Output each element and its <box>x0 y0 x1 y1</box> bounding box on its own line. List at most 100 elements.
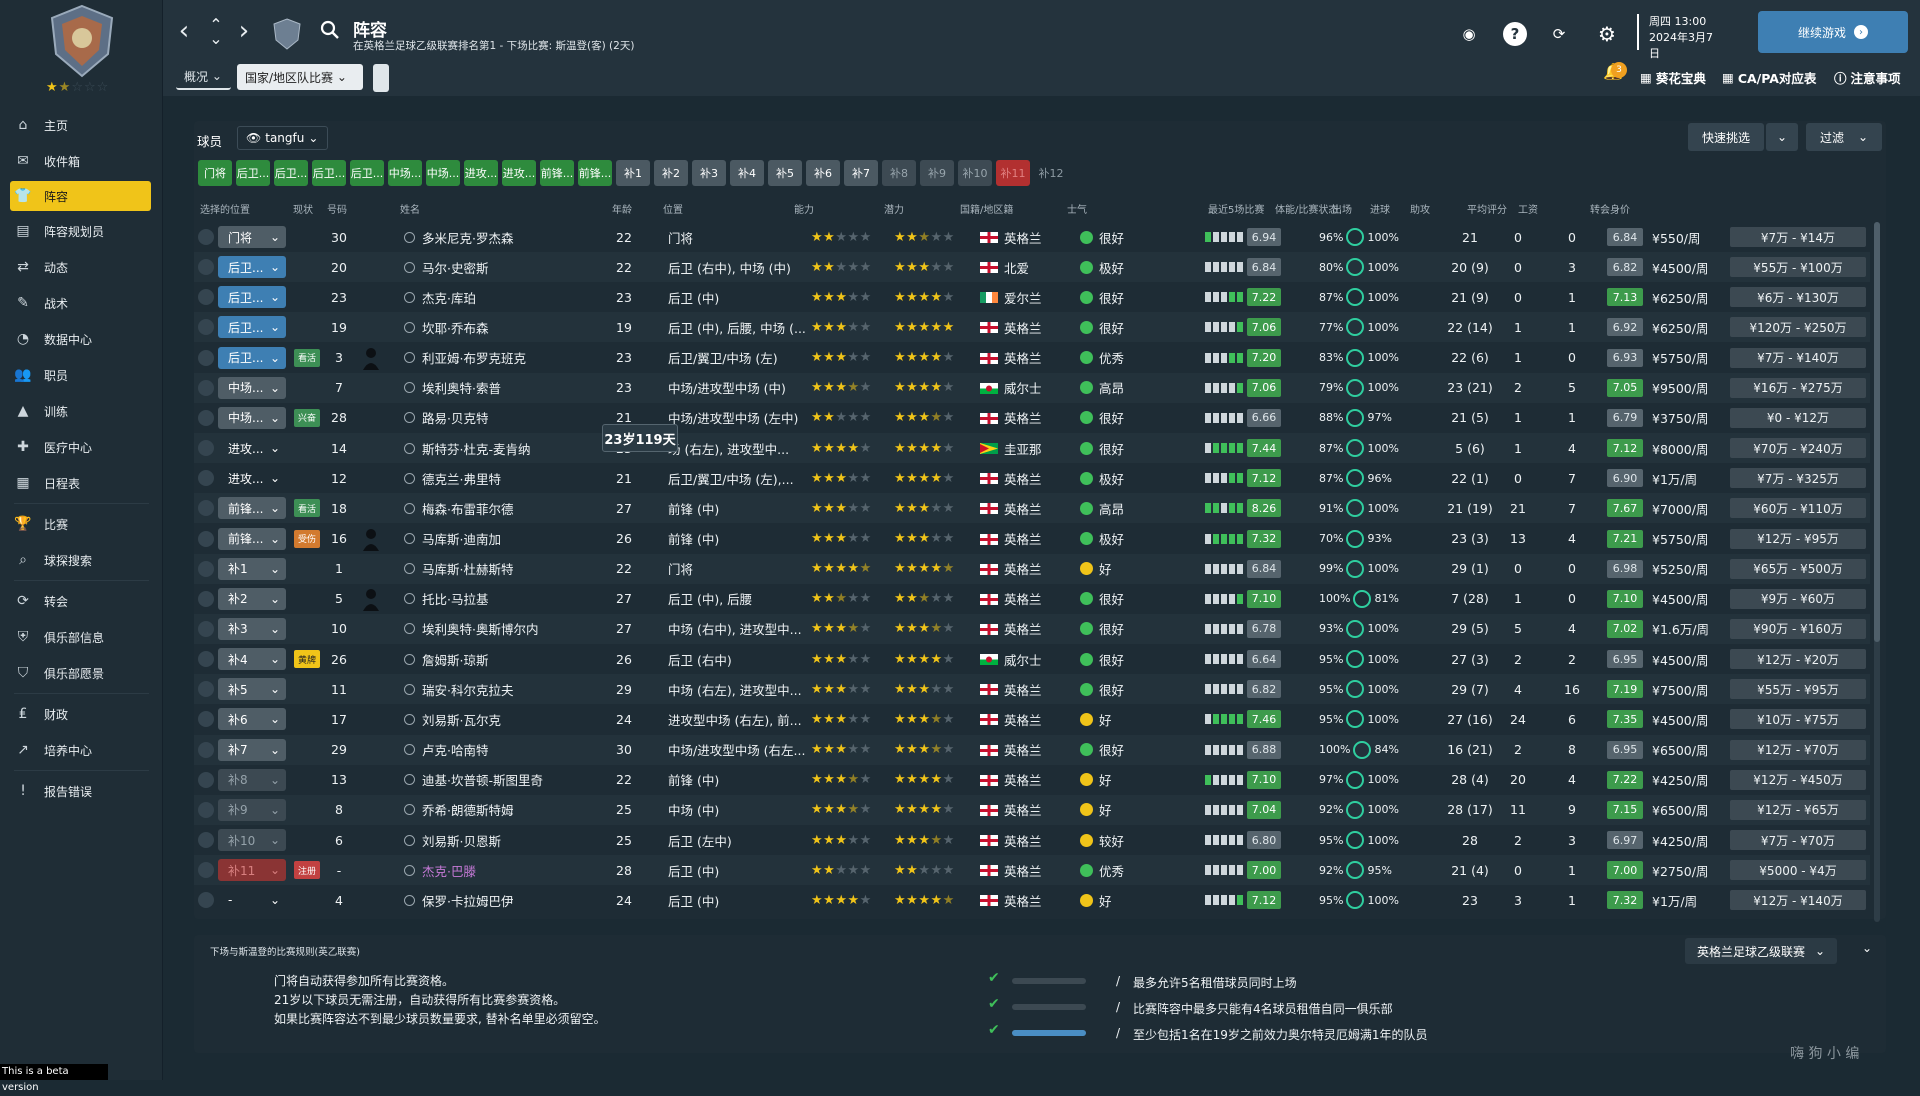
select-checkbox[interactable] <box>198 862 214 879</box>
settings-gear-icon[interactable]: ⚙ <box>1595 22 1619 46</box>
selected-position-dropdown[interactable]: 补10 ⌄ <box>218 829 286 851</box>
position-tab[interactable]: 后卫... <box>274 160 308 186</box>
club-vision-icon[interactable]: ◉ <box>1457 22 1481 46</box>
position-tab[interactable]: 后卫... <box>312 160 346 186</box>
select-checkbox[interactable] <box>198 470 214 487</box>
position-tab[interactable]: 进攻... <box>502 160 536 186</box>
column-header[interactable]: 工资 <box>1518 201 1538 216</box>
sidebar-item-trophy[interactable]: 🏆 比赛 <box>0 506 163 542</box>
chevron-down-icon[interactable]: ⌄ <box>1862 941 1872 955</box>
sidebar-item-planner[interactable]: ▤ 阵容规划员 <box>0 213 163 249</box>
select-checkbox[interactable] <box>198 711 214 728</box>
select-checkbox[interactable] <box>198 379 214 396</box>
club-badge-icon[interactable] <box>272 18 302 50</box>
player-name[interactable]: 杰克·库珀 <box>404 282 604 312</box>
select-checkbox[interactable] <box>198 229 214 245</box>
position-tab[interactable]: 后卫... <box>236 160 270 186</box>
sidebar-item-inbox[interactable]: ✉ 收件箱 <box>0 143 163 179</box>
selected-position-dropdown[interactable]: - ⌄ <box>218 889 286 911</box>
table-row[interactable]: 后卫... ⌄ 看活 3 利亚姆·布罗克班克 23 后卫/翼卫/中场 (左) ★ ★… <box>194 343 1870 373</box>
column-header[interactable]: 年龄 <box>612 201 632 216</box>
column-header[interactable]: 国籍/地区籍 <box>960 201 1013 216</box>
player-name[interactable]: 托比·马拉基 <box>404 584 604 614</box>
select-checkbox[interactable] <box>198 620 214 637</box>
view-select[interactable]: 👁 tangfu ⌄ <box>237 126 328 150</box>
selected-position-dropdown[interactable]: 补9 ⌄ <box>218 798 286 821</box>
player-name[interactable]: 迪基·坎普顿-斯图里奇 <box>404 765 604 795</box>
select-checkbox[interactable] <box>198 259 214 276</box>
table-row[interactable]: 补9 ⌄ 8 乔希·朗德斯特姆 25 中场 (中) ★ ★ ★ ★ ★ ★ ★ ★ ★ ★ 英格兰… <box>194 794 1870 825</box>
position-tab[interactable]: 补11 <box>996 160 1030 186</box>
selected-position-dropdown[interactable]: 补2 ⌄ <box>218 587 286 610</box>
player-name[interactable]: 马库斯·迪南加 <box>404 524 604 554</box>
column-header[interactable]: 现状 <box>293 201 313 216</box>
table-row[interactable]: 补3 ⌄ 10 埃利奥特·奥斯博尔内 27 中场 (右中), 进攻型中... ★ ★… <box>194 613 1870 644</box>
column-header[interactable]: 体能/比赛状态 <box>1275 201 1338 216</box>
column-header[interactable]: 助攻 <box>1410 201 1430 216</box>
club-crest-icon[interactable] <box>42 4 122 78</box>
player-name[interactable]: 保罗·卡拉姆巴伊 <box>404 885 604 915</box>
select-checkbox[interactable] <box>198 832 214 848</box>
sidebar-item-calendar[interactable]: ▦ 日程表 <box>0 465 163 501</box>
select-checkbox[interactable] <box>198 771 214 788</box>
table-row[interactable]: 前锋... ⌄ 受伤 16 马库斯·迪南加 26 前锋 (中) ★ ★ ★ ★ ★ ★ ★ ★… <box>194 524 1870 554</box>
table-row[interactable]: 前锋... ⌄ 看活 18 梅森·布雷菲尔德 27 前锋 (中) ★ ★ ★ ★ ★ ★ ★… <box>194 493 1870 524</box>
position-tab[interactable]: 后卫... <box>350 160 384 186</box>
sidebar-item-report[interactable]: ! 报告错误 <box>0 773 163 809</box>
table-row[interactable]: 后卫... ⌄ 20 马尔·史密斯 22 后卫 (右中), 中场 (中) ★ ★ ★ ★… <box>194 252 1870 283</box>
selected-position-dropdown[interactable]: 进攻... ⌄ <box>218 437 286 459</box>
select-checkbox[interactable] <box>198 590 214 607</box>
column-header[interactable]: 士气 <box>1067 201 1087 216</box>
selected-position-dropdown[interactable]: 后卫... ⌄ <box>218 286 286 309</box>
table-row[interactable]: 进攻...⌄ 14 斯特芬·杜克-麦肯纳 23 场 (右左), 进攻型中... … <box>194 433 1870 464</box>
select-checkbox[interactable] <box>198 560 214 577</box>
select-checkbox[interactable] <box>198 681 214 698</box>
help-icon[interactable]: ? <box>1503 22 1527 46</box>
column-header[interactable]: 号码 <box>327 201 347 216</box>
select-checkbox[interactable] <box>198 289 214 306</box>
sidebar-item-home[interactable]: ⌂ 主页 <box>0 107 163 143</box>
select-checkbox[interactable] <box>198 319 214 336</box>
sidebar-item-squad[interactable]: 👕 阵容 <box>10 181 151 211</box>
sidebar-item-data[interactable]: ◔ 数据中心 <box>0 321 163 357</box>
selected-position-dropdown[interactable]: 中场... ⌄ <box>218 376 286 399</box>
player-name[interactable]: 路易·贝克特 <box>404 403 604 433</box>
table-row[interactable]: 门将 ⌄ 30 多米尼克·罗杰森 22 门将 ★ ★ ★ ★ ★ ★ ★ ★ ★ ★ 英格兰 很好… <box>194 222 1870 252</box>
position-tab[interactable]: 补9 <box>920 160 954 186</box>
position-tab[interactable]: 进攻... <box>464 160 498 186</box>
up-down-icon[interactable]: ⌃ ⌄ <box>204 17 228 47</box>
position-tab[interactable]: 中场... <box>426 160 460 186</box>
sidebar-item-transfer[interactable]: ⟳ 转会 <box>0 583 163 619</box>
selected-position-dropdown[interactable]: 后卫... ⌄ <box>218 256 286 279</box>
player-name[interactable]: 杰克·巴滕 <box>404 855 604 885</box>
select-checkbox[interactable] <box>198 801 214 818</box>
select-checkbox[interactable] <box>198 741 214 758</box>
table-row[interactable]: - ⌄ 4 保罗·卡拉姆巴伊 24 后卫 (中) ★ ★ ★ ★ ★ ★ ★ ★ ★ ★ 英格兰 … <box>194 885 1870 915</box>
player-name[interactable]: 坎耶·乔布森 <box>404 312 604 342</box>
player-name[interactable]: 乔希·朗德斯特姆 <box>404 795 604 825</box>
selected-position-dropdown[interactable]: 中场... ⌄ <box>218 406 286 429</box>
player-name[interactable]: 德克兰·弗里特 <box>404 463 604 493</box>
link-notes[interactable]: ⓘ 注意事项 <box>1834 68 1901 87</box>
player-name[interactable]: 瑞安·科尔克拉夫 <box>404 674 604 704</box>
player-name[interactable]: 埃利奥特·索普 <box>404 373 604 403</box>
league-select[interactable]: 英格兰足球乙级联赛 ⌄ <box>1685 938 1837 964</box>
selected-position-dropdown[interactable]: 补11 ⌄ <box>218 859 286 882</box>
column-header[interactable]: 能力 <box>794 201 814 216</box>
filter-button[interactable]: 过滤 ⌄ <box>1806 123 1882 151</box>
player-name[interactable]: 马库斯·杜赫斯特 <box>404 554 604 584</box>
table-row[interactable]: 进攻... ⌄ 12 德克兰·弗里特 21 后卫/翼卫/中场 (左),... ★ ★… <box>194 463 1870 493</box>
column-header[interactable]: 潜力 <box>884 201 904 216</box>
player-name[interactable]: 詹姆斯·琼斯 <box>404 644 604 674</box>
selected-position-dropdown[interactable]: 补8 ⌄ <box>218 768 286 791</box>
table-row[interactable]: 中场... ⌄ 兴奋 28 路易·贝克特 21 中场/进攻型中场 (左中) ★ ★ ★… <box>194 403 1870 433</box>
sidebar-item-tactics[interactable]: ✎ 战术 <box>0 285 163 321</box>
select-checkbox[interactable] <box>198 349 214 366</box>
select-checkbox[interactable] <box>198 892 214 909</box>
search-icon[interactable] <box>320 20 340 40</box>
selected-position-dropdown[interactable]: 补6 ⌄ <box>218 708 286 731</box>
sidebar-item-finance[interactable]: ₤ 财政 <box>0 696 163 732</box>
player-name[interactable]: 刘易斯·贝恩斯 <box>404 825 604 855</box>
player-name[interactable]: 卢克·哈南特 <box>404 735 604 765</box>
selected-position-dropdown[interactable]: 门将 ⌄ <box>218 226 286 248</box>
